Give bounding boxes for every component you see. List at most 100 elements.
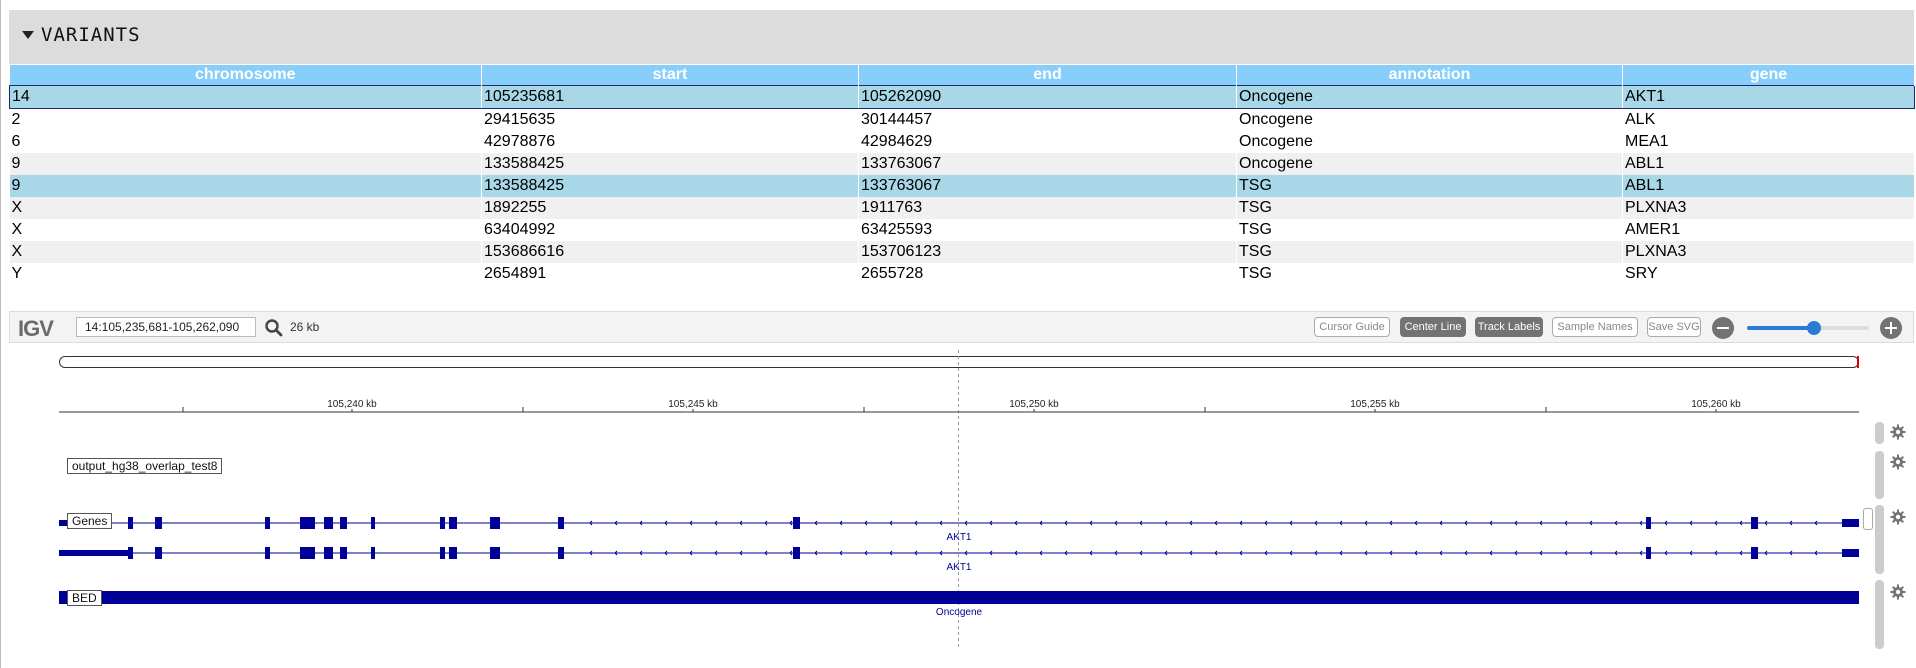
table-row[interactable]: Y 2654891 2655728 TSG SRY <box>9 263 1915 285</box>
variants-title: VARIANTS <box>41 24 141 46</box>
span-readout: 26 kb <box>290 320 320 334</box>
cell-gene: PLXNA3 <box>1622 241 1915 263</box>
cell-end: 133763067 <box>858 153 1237 175</box>
gene-exon <box>558 547 564 559</box>
bed-feature-label: Oncogene <box>936 607 983 618</box>
ruler-tick-label: 105,245 kb <box>668 399 718 410</box>
column-header-start[interactable]: start <box>481 65 859 86</box>
gene-name-label: AKT1 <box>946 562 971 573</box>
cell-gene: ABL1 <box>1622 153 1915 175</box>
gene-exon <box>449 547 457 559</box>
cell-chromosome: 14 <box>9 85 482 109</box>
cell-start: 1892255 <box>481 197 859 219</box>
gene-exon <box>155 547 162 559</box>
gene-exon <box>793 517 800 529</box>
track-resize-handle[interactable] <box>1875 505 1884 574</box>
cursor-guide-button[interactable]: Cursor Guide <box>1314 317 1390 337</box>
gene-exon <box>793 547 800 559</box>
gene-exon <box>324 547 333 559</box>
column-header-chromosome[interactable]: chromosome <box>9 65 482 86</box>
cell-annotation: TSG <box>1236 219 1623 241</box>
save-svg-button[interactable]: Save SVG <box>1647 317 1701 337</box>
table-header-row: chromosome start end annotation gene <box>9 65 1915 86</box>
table-row[interactable]: 9 133588425 133763067 TSG ABL1 <box>9 175 1915 197</box>
gene-exon <box>128 547 133 559</box>
cell-chromosome: 9 <box>9 175 482 197</box>
cell-annotation: TSG <box>1236 175 1623 197</box>
gene-exon <box>1751 517 1758 529</box>
igv-track-area[interactable]: 105,240 kb 105,245 kb 105,250 kb 105,255… <box>0 340 1916 668</box>
cell-annotation: Oncogene <box>1236 153 1623 175</box>
gene-exon <box>1751 547 1758 559</box>
gear-icon[interactable] <box>1890 584 1906 600</box>
gene-exon <box>371 547 375 559</box>
column-header-end[interactable]: end <box>858 65 1237 86</box>
search-icon[interactable] <box>264 318 284 338</box>
gene-exon <box>155 517 162 529</box>
table-row[interactable]: X 153686616 153706123 TSG PLXNA3 <box>9 241 1915 263</box>
table-row[interactable]: 6 42978876 42984629 Oncogene MEA1 <box>9 131 1915 153</box>
table-row[interactable]: 9 133588425 133763067 Oncogene ABL1 <box>9 153 1915 175</box>
gene-exon <box>340 517 347 529</box>
gene-utr <box>1842 549 1859 557</box>
table-row[interactable]: 14 105235681 105262090 Oncogene AKT1 <box>9 85 1915 109</box>
ruler-tick-label: 105,250 kb <box>1009 399 1059 410</box>
sample-names-button[interactable]: Sample Names <box>1552 317 1638 337</box>
variants-table: chromosome start end annotation gene 14 … <box>9 65 1915 285</box>
zoom-slider[interactable] <box>1747 321 1869 335</box>
gene-exon <box>440 547 445 559</box>
bed-feature[interactable] <box>59 591 1859 604</box>
cell-chromosome: 6 <box>9 131 482 153</box>
track-scrollbar[interactable] <box>1863 508 1873 530</box>
cell-gene: AKT1 <box>1622 85 1915 109</box>
cell-end: 63425593 <box>858 219 1237 241</box>
track-label-genes: Genes <box>67 513 113 529</box>
track-resize-handle[interactable] <box>1875 451 1884 499</box>
ruler-tick-label: 105,240 kb <box>327 399 377 410</box>
track-label-output: output_hg38_overlap_test8 <box>67 458 223 474</box>
track-label-bed: BED <box>67 590 102 606</box>
cell-end: 105262090 <box>858 85 1237 109</box>
zoom-slider-knob[interactable] <box>1807 321 1822 335</box>
cell-gene: MEA1 <box>1622 131 1915 153</box>
track-resize-handle[interactable] <box>1875 422 1884 444</box>
table-row[interactable]: 2 29415635 30144457 Oncogene ALK <box>9 108 1915 131</box>
locus-search-input[interactable]: 14:105,235,681-105,262,090 <box>76 317 256 337</box>
cell-start: 42978876 <box>481 131 859 153</box>
gene-exon <box>300 517 315 529</box>
center-line-button[interactable]: Center Line <box>1400 317 1466 337</box>
igv-navbar: IGV 14:105,235,681-105,262,090 26 kb Cur… <box>9 311 1914 343</box>
track-resize-handle[interactable] <box>1875 580 1884 649</box>
cell-start: 63404992 <box>481 219 859 241</box>
zoom-slider-fill <box>1747 326 1815 330</box>
cell-chromosome: X <box>9 197 482 219</box>
gene-exon <box>300 547 315 559</box>
variants-header[interactable]: VARIANTS <box>9 10 1914 64</box>
cell-start: 133588425 <box>481 153 859 175</box>
column-header-annotation[interactable]: annotation <box>1236 65 1623 86</box>
cell-annotation: Oncogene <box>1236 85 1623 109</box>
gene-exon <box>1646 517 1651 529</box>
track-labels-button[interactable]: Track Labels <box>1475 317 1543 337</box>
gear-icon[interactable] <box>1890 424 1906 440</box>
cell-gene: AMER1 <box>1622 219 1915 241</box>
table-row[interactable]: X 1892255 1911763 TSG PLXNA3 <box>9 197 1915 219</box>
cell-chromosome: 9 <box>9 153 482 175</box>
table-row[interactable]: X 63404992 63425593 TSG AMER1 <box>9 219 1915 241</box>
column-header-gene[interactable]: gene <box>1622 65 1915 86</box>
cell-annotation: Oncogene <box>1236 131 1623 153</box>
gene-exon <box>324 517 333 529</box>
cell-start: 2654891 <box>481 263 859 285</box>
zoom-in-icon[interactable] <box>1880 317 1902 339</box>
gene-exon <box>490 517 500 529</box>
ruler-tick-label: 105,255 kb <box>1350 399 1400 410</box>
gene-exon <box>440 517 445 529</box>
gear-icon[interactable] <box>1890 454 1906 470</box>
cell-start: 133588425 <box>481 175 859 197</box>
igv-logo: IGV <box>18 316 54 341</box>
gear-icon[interactable] <box>1890 509 1906 525</box>
collapse-triangle-icon[interactable] <box>22 31 34 39</box>
gene-exon <box>265 517 270 529</box>
gene-exon <box>449 517 457 529</box>
zoom-out-icon[interactable] <box>1712 317 1734 339</box>
